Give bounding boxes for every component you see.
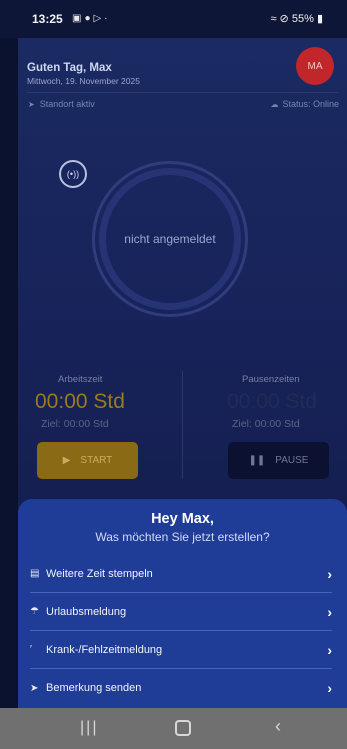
menu-item-weitere-zeit[interactable]: ▤ Weitere Zeit stempeln › — [30, 555, 332, 593]
pause-button-label: PAUSE — [275, 455, 309, 466]
pause-target: Ziel: 00:00 Std — [232, 418, 300, 430]
notification-icons: ▣●▷· — [72, 13, 111, 24]
online-text: Status: Online — [282, 99, 339, 109]
app-screen: Guten Tag, Max Mittwoch, 19. November 20… — [18, 38, 347, 708]
avatar-initials: MA — [307, 60, 323, 72]
pause-button[interactable]: ❚❚ PAUSE — [228, 442, 329, 479]
online-status: ☁ Status: Online — [270, 99, 339, 109]
menu-item-label: Bemerkung senden — [46, 682, 142, 694]
start-button-label: START — [80, 455, 113, 466]
header-divider — [27, 92, 338, 93]
avatar[interactable]: MA — [296, 47, 334, 85]
chevron-right-icon: › — [327, 641, 332, 658]
menu-item-label: Urlaubsmeldung — [46, 605, 127, 618]
cloud-icon: ☁ — [270, 100, 279, 109]
document-icon: ▤ — [30, 568, 40, 579]
menu-item-label: Weitere Zeit stempeln — [46, 567, 153, 580]
system-nav-bar: ||| ‹ — [0, 708, 347, 749]
back-icon[interactable]: ‹ — [275, 716, 281, 737]
chevron-right-icon: › — [327, 565, 332, 582]
play-icon: ▶ — [62, 455, 71, 466]
chevron-right-icon: › — [327, 603, 332, 620]
current-date: Mittwoch, 19. November 2025 — [27, 76, 140, 86]
battery-percent: 55% — [291, 13, 314, 25]
action-sheet: Hey Max, Was möchten Sie jetzt erstellen… — [18, 499, 347, 708]
location-arrow-icon: ➤ — [28, 100, 35, 109]
sheet-title: Hey Max, — [151, 511, 214, 527]
start-button[interactable]: ▶ START — [37, 442, 138, 479]
status-time: 13:25 — [32, 12, 63, 26]
nfc-button[interactable]: (•)) — [59, 160, 87, 188]
pause-time-value: 00:00 Std — [227, 390, 317, 413]
sheet-subtitle: Was möchten Sie jetzt erstellen? — [95, 530, 270, 544]
thermometer-icon: ′ — [30, 644, 32, 655]
menu-item-krank[interactable]: ′ Krank-/Fehlzeitmeldung › — [30, 631, 332, 669]
location-text: Standort aktiv — [39, 99, 95, 109]
column-divider — [182, 371, 183, 479]
location-status: ➤ Standort aktiv — [28, 99, 95, 109]
battery-icon: ▮ — [316, 13, 323, 25]
nfc-icon: (•)) — [66, 169, 80, 179]
wifi-icon: ≈ ⊘ — [270, 13, 289, 25]
umbrella-icon: ☂ — [30, 606, 39, 617]
status-right: ≈ ⊘ 55% ▮ — [270, 12, 323, 25]
menu-item-urlaub[interactable]: ☂ Urlaubsmeldung › — [30, 593, 332, 631]
chevron-right-icon: › — [327, 680, 332, 696]
send-icon: ➤ — [30, 682, 39, 694]
recents-icon[interactable]: ||| — [80, 719, 98, 737]
menu-item-label: Krank-/Fehlzeitmeldung — [46, 643, 163, 656]
work-time-value: 00:00 Std — [35, 390, 125, 413]
pause-time-label: Pausenzeiten — [242, 374, 300, 385]
pause-icon: ❚❚ — [248, 455, 266, 466]
work-time-label: Arbeitszeit — [58, 374, 103, 385]
status-bar: 13:25 ▣●▷· ≈ ⊘ 55% ▮ — [0, 0, 347, 38]
clock-ring[interactable]: nicht angemeldet — [99, 168, 241, 310]
greeting: Guten Tag, Max — [27, 62, 112, 74]
home-icon[interactable] — [175, 720, 191, 736]
work-target: Ziel: 00:00 Std — [41, 418, 109, 430]
menu-item-bemerkung[interactable]: ➤ Bemerkung senden › — [30, 669, 332, 707]
clock-status-label: nicht angemeldet — [124, 232, 216, 246]
